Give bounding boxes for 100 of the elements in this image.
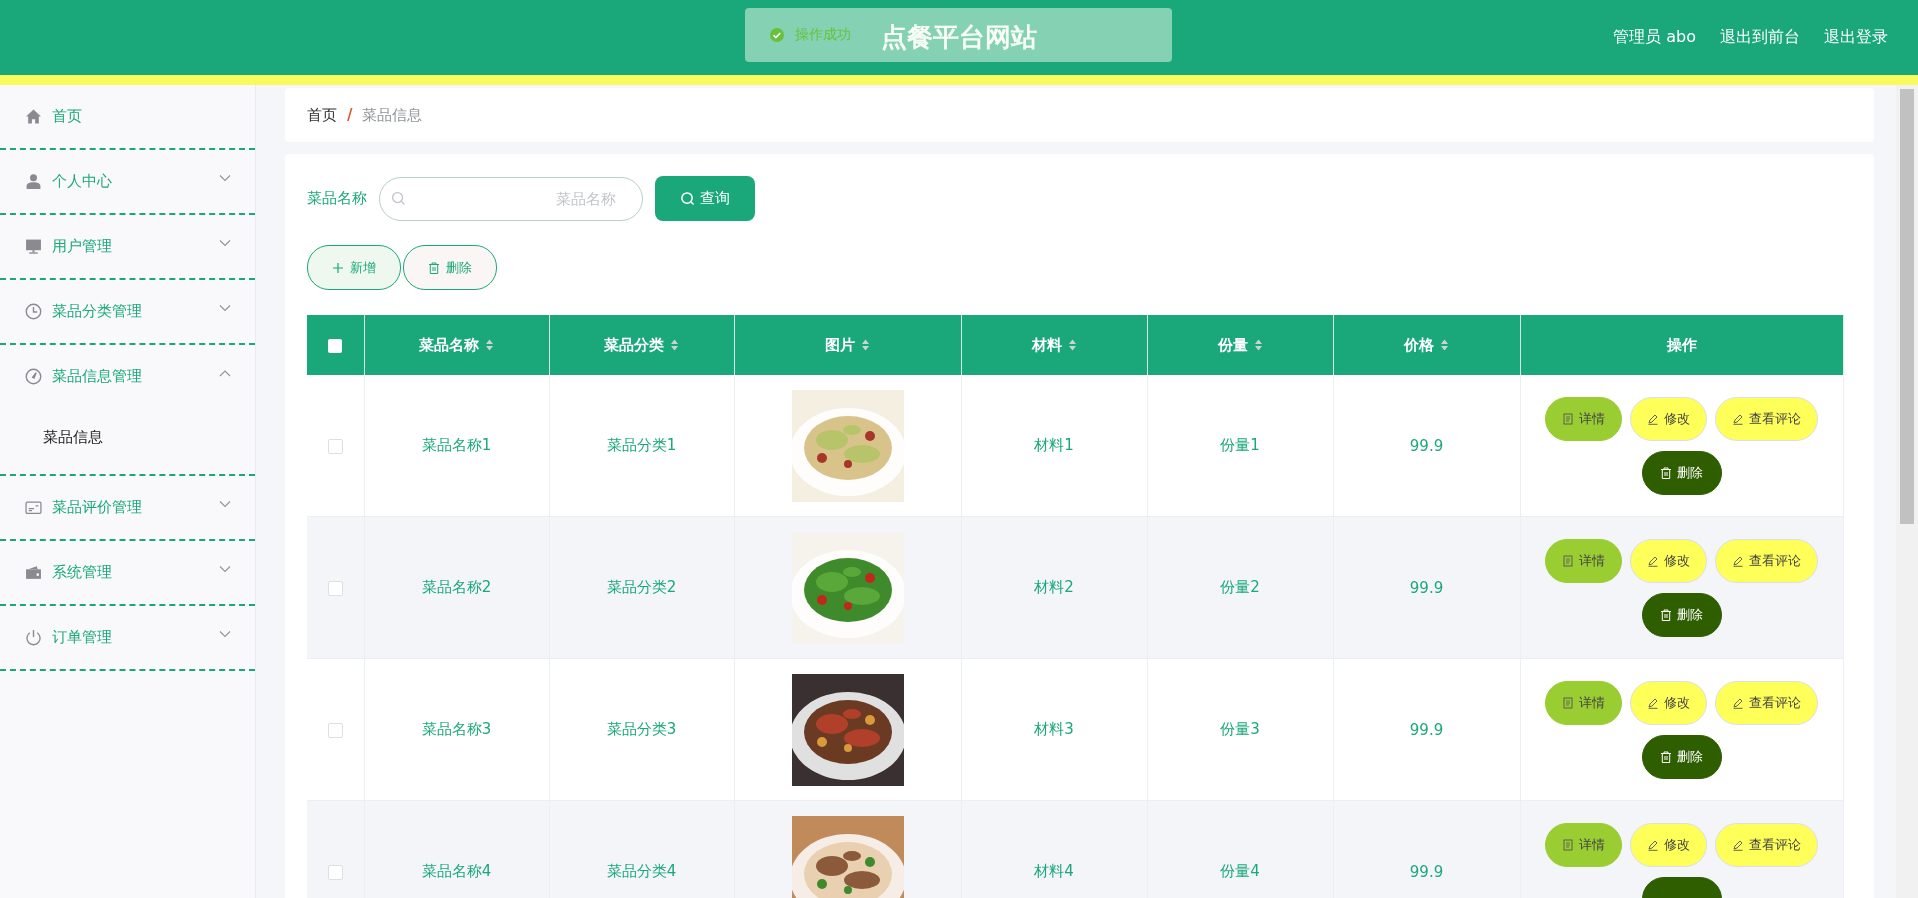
table-cell: 99.9 [1409,578,1444,597]
admin-user-label: 管理员 abo [1613,27,1696,48]
search-label: 菜品名称 [307,189,367,208]
search-field[interactable]: 菜品名称 [379,176,643,221]
comments-button[interactable]: 查看评论 [1715,822,1819,867]
detail-button[interactable]: 详情 [1545,680,1623,725]
detail-button[interactable]: 详情 [1545,822,1623,867]
table-cell: 99.9 [1409,862,1444,881]
chevron-down-icon [219,174,231,182]
breadcrumb-link[interactable]: 菜品信息 [362,105,423,125]
pencil-icon [1647,838,1660,851]
user-icon [25,173,42,190]
select-all-checkbox[interactable] [328,338,343,353]
chevron-down-icon [219,239,231,247]
delete-button[interactable]: 删除 [403,245,497,290]
row-checkbox[interactable] [327,580,343,596]
column-header: 材料 [1031,335,1062,355]
column-header: 菜品分类 [604,335,664,355]
search-icon [680,191,695,206]
sort-icon[interactable] [1067,339,1077,351]
delete-button[interactable]: 删除 [1641,734,1722,779]
table-cell: 菜品名称2 [421,578,492,596]
chevron-up-icon [219,369,231,377]
sort-icon[interactable] [670,339,679,351]
chevron-down-icon [219,304,231,312]
detail-button[interactable]: 详情 [1545,538,1623,583]
edit-button[interactable]: 修改 [1630,396,1708,441]
row-checkbox[interactable] [327,438,343,454]
table-cell: 菜品分类1 [606,436,677,454]
card-icon [25,499,42,516]
column-header: 菜品名称 [419,335,479,355]
table-cell: 材料1 [1034,436,1074,454]
table-cell: 菜品分类3 [606,720,677,738]
pencil-icon [1647,696,1660,709]
monitor-icon [25,238,42,255]
check-circle-icon [769,27,785,43]
sort-icon[interactable] [861,339,870,351]
clock-icon [25,303,42,320]
sidebar-item[interactable]: 首页 [0,85,255,148]
row-checkbox[interactable] [327,722,343,738]
sidebar-subitem[interactable]: 菜品信息 [0,408,255,466]
header-link[interactable]: 退出到前台 [1720,27,1800,48]
delete-button[interactable]: 删除 [1641,450,1722,495]
home-icon [25,108,42,125]
pencil-icon [1732,554,1745,567]
edit-button[interactable]: 修改 [1630,680,1708,725]
comments-button[interactable]: 查看评论 [1715,538,1819,583]
table-cell: 材料2 [1034,578,1074,596]
sidebar-item[interactable]: 订单管理 [0,606,255,669]
row-checkbox[interactable] [327,864,343,880]
breadcrumb-separator: / [347,106,353,124]
table-cell: 份量4 [1220,862,1260,880]
detail-button[interactable]: 详情 [1545,396,1623,441]
delete-button[interactable]: 删除 [1641,592,1722,637]
table-cell: 菜品名称3 [421,720,492,738]
table-cell: 材料3 [1034,720,1074,738]
sort-icon[interactable] [1253,339,1263,351]
sort-icon[interactable] [485,339,494,351]
edit-button[interactable]: 修改 [1630,822,1708,867]
document-icon [1562,554,1575,567]
power-icon [25,629,42,646]
column-header: 操作 [1666,335,1697,355]
table-cell: 份量1 [1220,436,1260,454]
sidebar-item[interactable]: 菜品评价管理 [0,476,255,539]
site-title: 点餐平台网站 [881,21,1037,54]
sidebar-item[interactable]: 用户管理 [0,215,255,278]
table-cell: 菜品名称1 [421,436,492,454]
pencil-icon [1732,838,1745,851]
table-cell: 份量3 [1220,720,1260,738]
pencil-icon [1732,412,1745,425]
chevron-down-icon [219,565,231,573]
table-cell: 材料4 [1034,862,1074,880]
pencil-icon [1647,554,1660,567]
comments-button[interactable]: 查看评论 [1715,396,1819,441]
plus-icon [332,261,344,274]
table-cell: 菜品名称4 [421,862,492,880]
chevron-down-icon [219,630,231,638]
add-button[interactable]: 新增 [307,245,401,290]
column-header: 图片 [825,335,855,355]
pencil-icon [1732,696,1745,709]
sidebar-item[interactable]: 菜品信息管理 [0,345,255,408]
comments-button[interactable]: 查看评论 [1715,680,1819,725]
sidebar-item[interactable]: 个人中心 [0,150,255,213]
edit-button[interactable]: 修改 [1630,538,1708,583]
breadcrumb-link[interactable]: 首页 [307,105,337,125]
search-button[interactable]: 查询 [655,176,755,221]
document-icon [1562,838,1575,851]
header-link[interactable]: 退出登录 [1824,27,1888,48]
sort-icon[interactable] [1440,339,1449,351]
table-cell: 99.9 [1409,436,1444,455]
pencil-icon [1647,412,1660,425]
column-header: 份量 [1217,335,1248,355]
sidebar-item[interactable]: 系统管理 [0,541,255,604]
table-cell: 份量2 [1220,578,1260,596]
compass-icon [25,368,42,385]
table-cell: 菜品分类2 [606,578,677,596]
toast-text: 操作成功 [795,26,851,44]
sidebar-item[interactable]: 菜品分类管理 [0,280,255,343]
scrollbar[interactable] [1896,85,1918,898]
table-cell: 菜品分类4 [606,862,677,880]
